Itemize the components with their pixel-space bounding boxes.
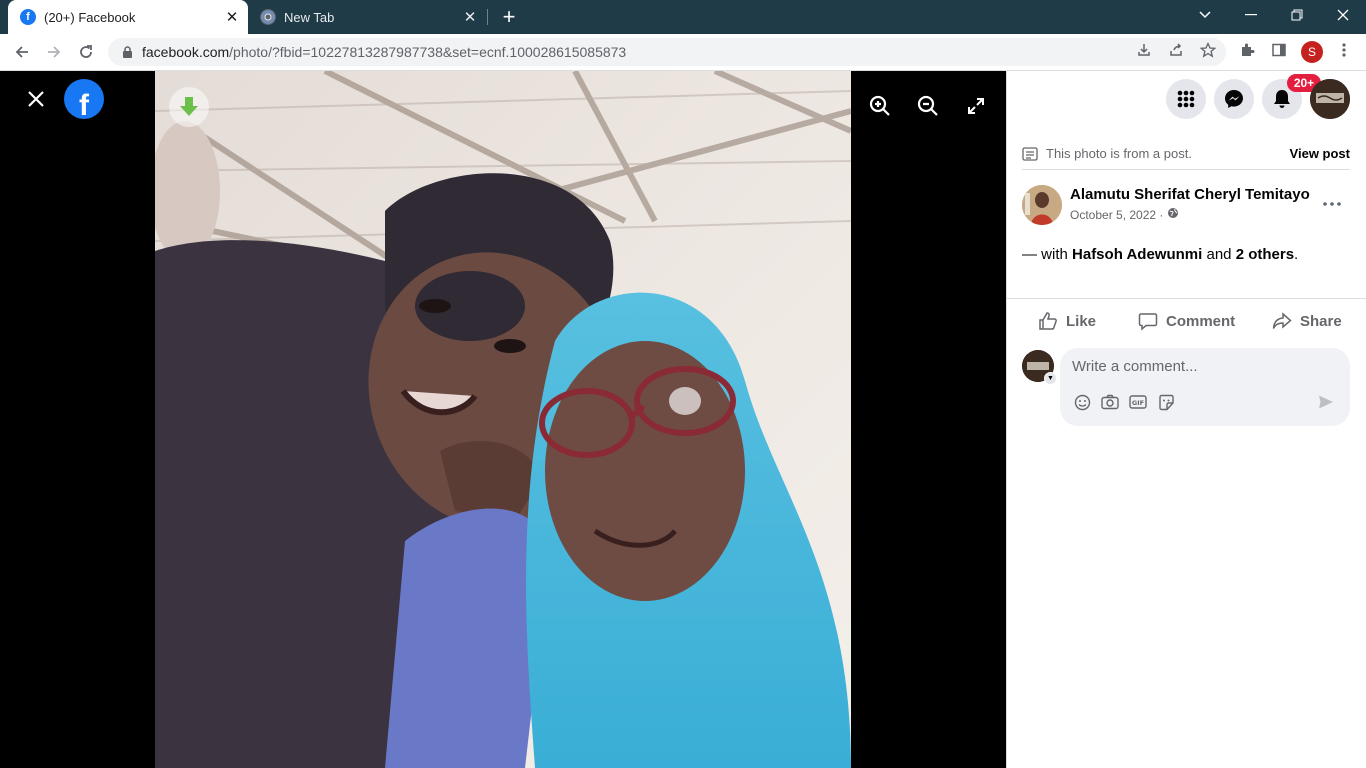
emoji-icon[interactable] — [1072, 392, 1092, 412]
post-document-icon — [1022, 146, 1040, 161]
tab-close-icon[interactable]: ✕ — [220, 5, 244, 29]
profile-avatar-button[interactable]: S — [1301, 41, 1323, 63]
share-button[interactable]: Share — [1272, 307, 1342, 335]
reload-icon[interactable] — [72, 38, 100, 66]
gif-icon[interactable]: GIF — [1128, 392, 1148, 412]
camera-icon[interactable] — [1100, 392, 1120, 412]
chevron-down-icon[interactable]: ▼ — [1044, 372, 1057, 385]
tab-close-icon[interactable]: ✕ — [458, 5, 482, 29]
photo-viewer: f — [0, 71, 1006, 768]
share-page-icon[interactable] — [1167, 41, 1185, 59]
photo-from-post-bar: This photo is from a post. View post — [1022, 138, 1350, 170]
facebook-logo[interactable]: f — [64, 79, 104, 119]
forward-icon[interactable] — [40, 38, 68, 66]
tab-title: (20+) Facebook — [44, 9, 136, 25]
author-avatar[interactable] — [1022, 185, 1062, 225]
close-window-icon[interactable] — [1320, 0, 1366, 30]
share-arrow-icon — [1272, 312, 1292, 329]
tab-facebook[interactable]: f (20+) Facebook ✕ — [8, 0, 248, 34]
fullscreen-icon[interactable] — [961, 91, 991, 121]
sticker-icon[interactable] — [1156, 392, 1176, 412]
close-icon[interactable] — [22, 85, 50, 113]
menu-dots-icon[interactable] — [1335, 41, 1353, 59]
author-name[interactable]: Alamutu Sherifat Cheryl Temitayo — [1070, 186, 1310, 203]
tab-bar: f (20+) Facebook ✕ New Tab ✕ + — [0, 0, 1366, 34]
post-date-text[interactable]: October 5, 2022 · — [1070, 208, 1163, 222]
zoom-out-icon[interactable] — [913, 91, 943, 121]
comment-button[interactable]: Comment — [1138, 307, 1235, 335]
menu-grid-icon[interactable] — [1166, 79, 1206, 119]
like-thumb-icon — [1039, 312, 1057, 330]
download-arrow-icon[interactable] — [169, 87, 209, 127]
comment-input[interactable]: Write a comment... GIF — [1060, 348, 1350, 426]
tab-new-tab[interactable]: New Tab ✕ — [250, 0, 486, 34]
zoom-in-icon[interactable] — [865, 91, 895, 121]
chrome-icon — [260, 9, 276, 25]
new-tab-button[interactable]: + — [496, 4, 522, 30]
tab-search-icon[interactable] — [1182, 0, 1228, 30]
tagged-people-line: — with Hafsoh Adewunmi and 2 others. — [1022, 246, 1299, 263]
tab-separator — [487, 9, 488, 25]
view-post-link[interactable]: View post — [1290, 146, 1350, 161]
commenter-avatar[interactable]: ▼ — [1022, 350, 1057, 385]
post-date: October 5, 2022 · — [1070, 207, 1179, 222]
browser-toolbar: facebook.com/photo/?fbid=102278132879877… — [0, 34, 1366, 71]
address-bar[interactable]: facebook.com/photo/?fbid=102278132879877… — [108, 38, 1226, 66]
photo — [155, 71, 851, 768]
restore-icon[interactable] — [1274, 0, 1320, 30]
back-icon[interactable] — [8, 38, 36, 66]
install-app-icon[interactable] — [1135, 41, 1153, 59]
tab-title: New Tab — [284, 9, 335, 25]
like-button[interactable]: Like — [1038, 307, 1096, 335]
facebook-icon: f — [20, 9, 36, 25]
from-post-text: This photo is from a post. — [1046, 146, 1192, 161]
more-options-icon[interactable] — [1320, 192, 1344, 216]
account-avatar[interactable] — [1310, 79, 1350, 119]
minimize-icon[interactable] — [1228, 0, 1274, 30]
messenger-icon[interactable] — [1214, 79, 1254, 119]
side-panel-icon[interactable] — [1270, 41, 1288, 59]
send-icon[interactable] — [1316, 392, 1336, 412]
url-text: facebook.com/photo/?fbid=102278132879877… — [142, 44, 627, 60]
bookmark-star-icon[interactable] — [1199, 41, 1217, 59]
tagged-others-link[interactable]: 2 others — [1236, 246, 1294, 263]
photo-image — [155, 71, 851, 768]
post-actions-bar: Like Comment Share — [1006, 298, 1366, 340]
comment-bubble-icon — [1138, 313, 1158, 331]
globe-icon — [1167, 207, 1179, 222]
lock-icon[interactable] — [120, 45, 134, 59]
extensions-icon[interactable] — [1238, 41, 1256, 59]
comment-placeholder: Write a comment... — [1072, 358, 1198, 375]
svg-text:GIF: GIF — [1132, 399, 1144, 407]
tagged-person-link[interactable]: Hafsoh Adewunmi — [1072, 246, 1202, 263]
